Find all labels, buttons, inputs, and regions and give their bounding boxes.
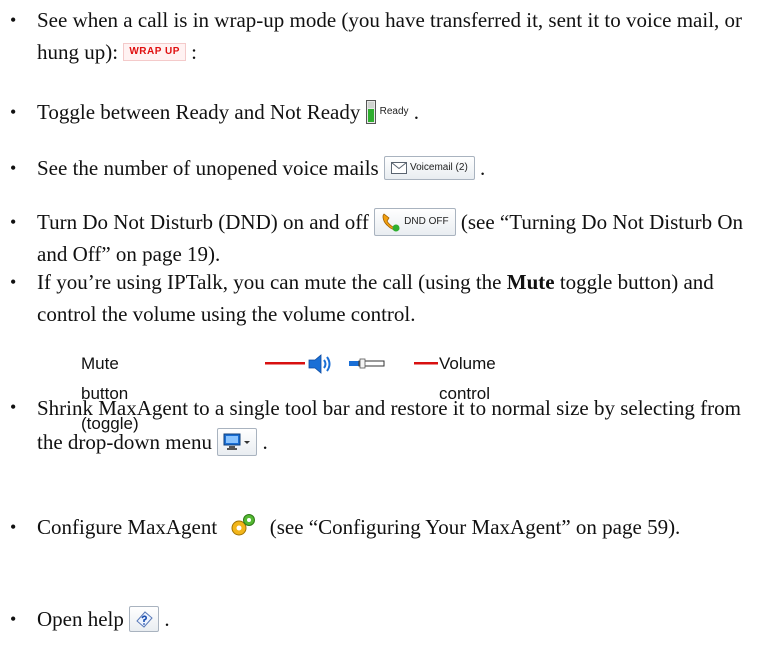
item-text-after: . (164, 607, 170, 631)
envelope-icon (390, 162, 407, 175)
item-text: Turn Do Not Disturb (DND) on and off DND… (37, 206, 770, 270)
mute-leader-line (265, 362, 305, 365)
item-text-before: Shrink MaxAgent to a single tool bar and… (37, 396, 741, 454)
item-text-before: Toggle between Ready and Not Ready (37, 100, 361, 124)
gears-icon[interactable] (228, 512, 258, 538)
speaker-icon[interactable] (307, 352, 337, 376)
item-text-after: . (262, 430, 268, 454)
monitor-dropdown-button[interactable] (217, 428, 258, 457)
list-item-iptalk: • If you’re using IPTalk, you can mute t… (10, 266, 770, 330)
list-item-ready: • Toggle between Ready and Not Ready Rea… (10, 96, 770, 130)
ready-status-icon (365, 100, 376, 125)
mute-emphasis: Mute (506, 270, 555, 294)
item-text: If you’re using IPTalk, you can mute the… (37, 266, 770, 330)
list-item-help: • Open help . (10, 603, 770, 635)
list-item-configure: • Configure MaxAgent (see “Configuring Y… (10, 511, 770, 543)
list-item-voicemail: • See the number of unopened voice mails… (10, 152, 770, 184)
item-text-before: Open help (37, 607, 124, 631)
item-text: Toggle between Ready and Not Ready Ready… (37, 96, 770, 130)
bullet: • (10, 10, 17, 30)
phone-handset-icon (382, 213, 400, 232)
volume-slider-icon[interactable] (349, 358, 385, 370)
list-item-dnd: • Turn Do Not Disturb (DND) on and off D… (10, 206, 770, 270)
item-text: See when a call is in wrap-up mode (you … (37, 4, 770, 68)
ready-label: Ready (379, 106, 409, 118)
bullet: • (10, 272, 17, 292)
voicemail-label: Voicemail (2) (409, 162, 468, 174)
item-text-before: Turn Do Not Disturb (DND) on and off (37, 210, 369, 234)
item-text-before: See the number of unopened voice mails (37, 156, 379, 180)
dnd-button[interactable]: DND OFF (374, 208, 456, 237)
ready-toggle[interactable]: Ready (365, 96, 409, 128)
wrap-up-badge: WRAP UP (123, 43, 186, 62)
dnd-label: DND OFF (404, 216, 449, 228)
bullet: • (10, 397, 17, 417)
item-text: Open help . (37, 603, 770, 635)
list-item-shrink: • Shrink MaxAgent to a single tool bar a… (10, 391, 770, 459)
item-text-after: : (191, 40, 197, 64)
item-text-before: Configure MaxAgent (37, 515, 218, 539)
item-text: See the number of unopened voice mails V… (37, 152, 770, 184)
item-text-after: . (413, 100, 420, 124)
monitor-dropdown-icon (223, 433, 251, 451)
item-text: Configure MaxAgent (see “Configuring You… (37, 511, 770, 543)
volume-leader-line (414, 362, 438, 365)
bullet: • (10, 609, 17, 629)
help-icon (136, 611, 153, 628)
bullet: • (10, 102, 17, 122)
help-button[interactable] (129, 606, 160, 633)
bullet: • (10, 158, 17, 178)
item-text-after: . (480, 156, 486, 180)
bullet: • (10, 517, 17, 537)
item-text-before: If you’re using IPTalk, you can mute the… (37, 270, 502, 294)
item-text-after: (see “Configuring Your MaxAgent” on page… (269, 515, 681, 539)
bullet: • (10, 212, 17, 232)
voicemail-button[interactable]: Voicemail (2) (383, 156, 475, 181)
list-item-wrap-up: • See when a call is in wrap-up mode (yo… (10, 4, 770, 68)
item-text: Shrink MaxAgent to a single tool bar and… (37, 391, 770, 459)
